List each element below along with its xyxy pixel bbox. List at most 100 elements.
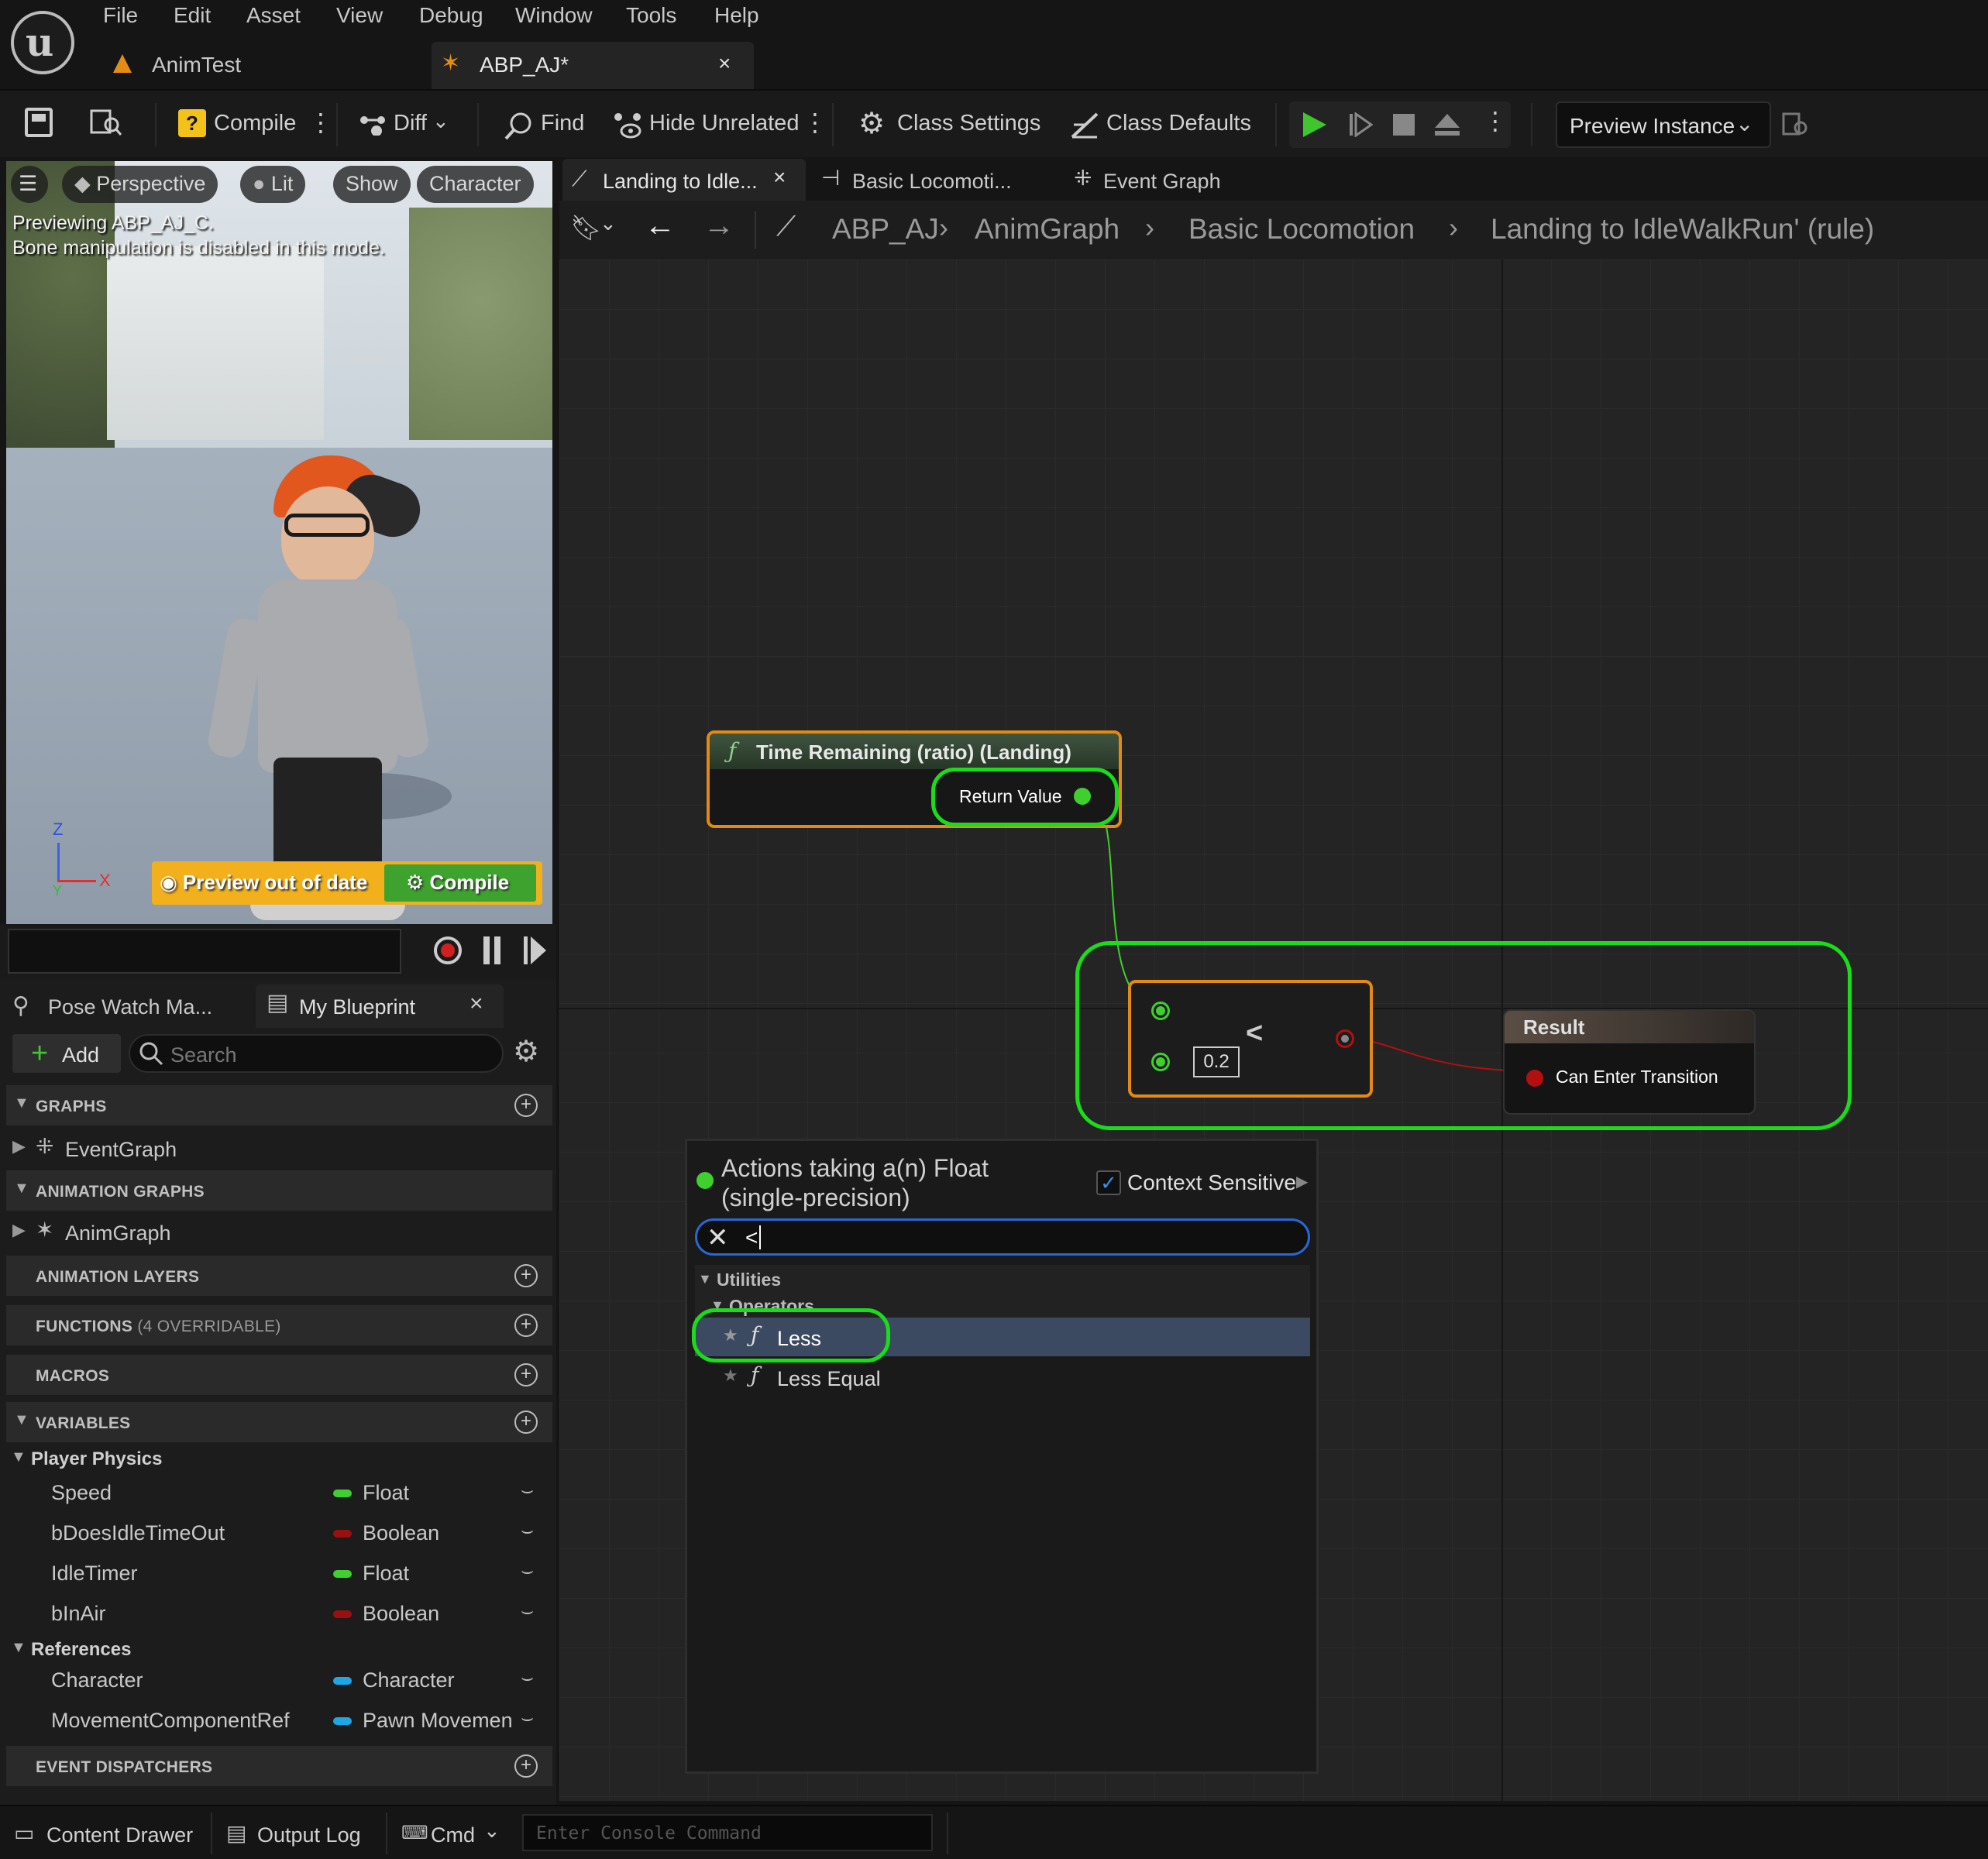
save-icon[interactable]: [25, 108, 53, 137]
breadcrumb-animgraph[interactable]: AnimGraph: [975, 213, 1120, 246]
section-animation-graphs[interactable]: ▼ ANIMATION GRAPHS: [6, 1170, 552, 1211]
category-player-physics[interactable]: ▼ Player Physics: [6, 1442, 552, 1473]
lit-button[interactable]: ● Lit: [240, 166, 306, 203]
forward-arrow-icon[interactable]: →: [703, 208, 734, 243]
star-icon[interactable]: ★: [723, 1366, 738, 1386]
preview-instance-dropdown[interactable]: Preview Instance ⌄: [1556, 101, 1771, 148]
compile-options-icon[interactable]: ⋮: [308, 108, 333, 137]
browse-icon[interactable]: [90, 106, 122, 137]
viewport-options-button[interactable]: ☰: [11, 166, 48, 203]
graph-item-animgraph[interactable]: ▶ ✶ AnimGraph: [6, 1211, 552, 1253]
breadcrumb-landing-rule[interactable]: Landing to IdleWalkRun' (rule): [1491, 213, 1874, 246]
variable-row[interactable]: bDoesIdleTimeOut Boolean ⌣: [6, 1514, 552, 1554]
add-function-icon[interactable]: +: [514, 1314, 538, 1337]
close-icon[interactable]: ×: [773, 165, 786, 190]
variable-row[interactable]: Speed Float ⌣: [6, 1473, 552, 1514]
graph-item-eventgraph[interactable]: ▶ ⁜ EventGraph: [6, 1127, 552, 1169]
add-graph-icon[interactable]: +: [514, 1094, 538, 1117]
variable-row[interactable]: bInAir Boolean ⌣: [6, 1594, 552, 1634]
section-animation-layers[interactable]: ANIMATION LAYERS +: [6, 1256, 552, 1296]
section-macros[interactable]: MACROS +: [6, 1355, 552, 1395]
variable-row[interactable]: IdleTimer Float ⌣: [6, 1554, 552, 1594]
variable-row[interactable]: Character Character ⌣: [6, 1661, 552, 1701]
category-references[interactable]: ▼ References: [6, 1633, 552, 1664]
pause-icon[interactable]: [483, 936, 502, 964]
viewport-compile-button[interactable]: ⚙ Compile: [384, 864, 536, 902]
preview-viewport[interactable]: ☰ ◆ Perspective ● Lit Show Character Pre…: [6, 161, 552, 924]
eye-closed-icon[interactable]: ⌣: [521, 1599, 534, 1624]
section-variables[interactable]: ▼ VARIABLES +: [6, 1402, 552, 1442]
step-icon[interactable]: [1348, 112, 1374, 138]
action-search-input[interactable]: ✕ <: [695, 1218, 1310, 1256]
chevron-down-icon[interactable]: ⌄: [600, 211, 617, 235]
play-options-icon[interactable]: ⋮: [1483, 106, 1508, 136]
chevron-right-icon[interactable]: ▶: [1296, 1172, 1308, 1191]
back-arrow-icon[interactable]: ←: [645, 208, 676, 243]
menu-asset[interactable]: Asset: [246, 3, 301, 28]
eye-closed-icon[interactable]: ⌣: [521, 1518, 534, 1543]
cmd-dropdown[interactable]: ⌨ Cmd ⌄: [398, 1813, 507, 1854]
compile-button[interactable]: ? Compile: [175, 105, 322, 143]
context-sensitive-checkbox[interactable]: ✓: [1096, 1170, 1121, 1195]
perspective-button[interactable]: ◆ Perspective: [62, 166, 218, 203]
section-graphs[interactable]: ▼ GRAPHS +: [6, 1085, 552, 1125]
section-event-dispatchers[interactable]: EVENT DISPATCHERS +: [6, 1746, 552, 1786]
unreal-logo-icon[interactable]: u: [11, 11, 74, 74]
tab-animtest[interactable]: AnimTest: [101, 43, 426, 87]
show-button[interactable]: Show: [333, 166, 411, 203]
clear-search-icon[interactable]: ✕: [707, 1222, 729, 1253]
section-functions[interactable]: FUNCTIONS (4 OVERRIDABLE) +: [6, 1305, 552, 1345]
popup-title: Actions taking a(n) Float (single-precis…: [721, 1154, 989, 1211]
add-macro-icon[interactable]: +: [514, 1363, 538, 1387]
play-icon[interactable]: [1303, 112, 1326, 137]
timeline-scrub-field[interactable]: [8, 929, 401, 974]
eye-closed-icon[interactable]: ⌣: [521, 1665, 534, 1690]
debug-object-icon[interactable]: [1782, 111, 1810, 139]
tab-my-blueprint[interactable]: ▤ My Blueprint ×: [256, 984, 504, 1028]
tab-pose-watch[interactable]: ⚲ Pose Watch Ma...: [6, 988, 246, 1026]
content-drawer-button[interactable]: ▭ Content Drawer: [8, 1813, 209, 1854]
diff-button[interactable]: Diff ⌄: [355, 105, 456, 143]
settings-gear-icon[interactable]: ⚙: [513, 1034, 539, 1069]
hide-unrelated-options-icon[interactable]: ⋮: [803, 108, 827, 137]
class-settings-button[interactable]: ⚙ Class Settings: [858, 105, 1040, 143]
add-dispatcher-icon[interactable]: +: [514, 1754, 538, 1778]
eye-closed-icon[interactable]: ⌣: [521, 1558, 534, 1583]
menu-view[interactable]: View: [336, 3, 383, 28]
record-icon[interactable]: [434, 936, 462, 964]
eye-closed-icon[interactable]: ⌣: [521, 1706, 534, 1730]
add-variable-icon[interactable]: +: [514, 1411, 538, 1434]
search-input[interactable]: Search: [129, 1034, 504, 1073]
graph-tab-event-graph[interactable]: ⁜ Event Graph: [1068, 159, 1269, 201]
output-log-button[interactable]: ▤ Output Log: [225, 1813, 395, 1854]
breadcrumb-basic-locomotion[interactable]: Basic Locomotion: [1188, 213, 1415, 246]
menu-help[interactable]: Help: [714, 3, 759, 28]
stop-icon[interactable]: [1393, 114, 1415, 136]
bookmark-icon[interactable]: 🔖︎: [570, 213, 602, 242]
menu-file[interactable]: File: [103, 3, 138, 28]
eye-closed-icon[interactable]: ⌣: [521, 1478, 534, 1503]
console-command-input[interactable]: Enter Console Command: [522, 1814, 933, 1851]
character-button[interactable]: Character: [417, 166, 534, 203]
category-utilities[interactable]: ▼ Utilities: [695, 1265, 1310, 1293]
graph-tab-landing[interactable]: ⟋ Landing to Idle... ×: [562, 159, 806, 201]
menu-debug[interactable]: Debug: [419, 3, 483, 28]
menu-edit[interactable]: Edit: [174, 3, 211, 28]
step-forward-icon[interactable]: [524, 936, 547, 964]
graph-tab-basic-locomotion[interactable]: ⊣ Basic Locomoti...: [815, 159, 1055, 201]
menu-window[interactable]: Window: [515, 3, 593, 28]
variable-row[interactable]: MovementComponentRef Pawn Movemen ⌣: [6, 1701, 552, 1741]
variable-name: Speed: [51, 1481, 112, 1504]
close-icon[interactable]: ×: [469, 991, 483, 1017]
action-item-less-equal[interactable]: ★ ƒ Less Equal: [695, 1358, 1310, 1397]
class-defaults-button[interactable]: Class Defaults: [1068, 105, 1254, 143]
tab-abp-aj[interactable]: ✶ ABP_AJ* ×: [432, 42, 754, 89]
eject-icon[interactable]: [1433, 112, 1461, 137]
find-button[interactable]: Find: [502, 105, 587, 143]
close-icon[interactable]: ×: [718, 51, 731, 76]
add-button[interactable]: + Add: [12, 1034, 121, 1073]
hide-unrelated-button[interactable]: Hide Unrelated: [611, 105, 799, 143]
breadcrumb-abp-aj[interactable]: ABP_AJ: [832, 213, 939, 246]
menu-tools[interactable]: Tools: [626, 3, 676, 28]
add-layer-icon[interactable]: +: [514, 1264, 538, 1287]
